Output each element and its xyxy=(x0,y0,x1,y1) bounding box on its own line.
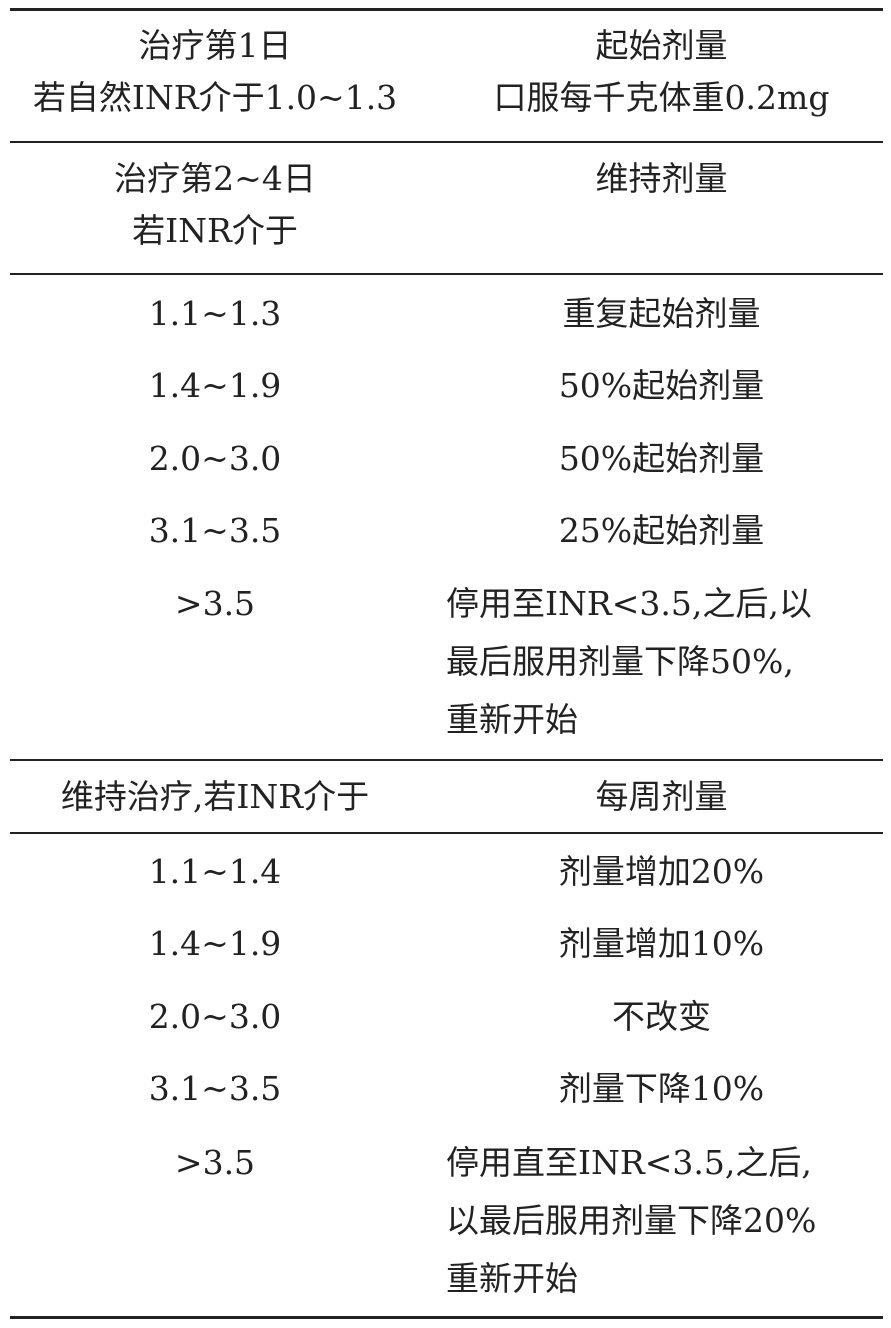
maintenance-row-1-inr: 1.1~1.4 xyxy=(148,852,282,891)
maintenance-header-right: 每周剂量 xyxy=(595,777,728,816)
maintenance-header-left: 维持治疗,若INR介于 xyxy=(60,777,370,816)
maintenance-row-3-dose: 不改变 xyxy=(612,997,711,1036)
phase2-row-5-dose-line-1: 停用至INR<3.5,之后,以 xyxy=(446,584,812,623)
phase2-header-right-cell: 维持剂量 xyxy=(440,153,883,205)
maintenance-row-2-dose: 剂量增加10% xyxy=(558,924,765,963)
phase2-row-5-inr: >3.5 xyxy=(174,584,256,623)
phase2-header-left-cell: 治疗第2~4日 若INR介于 xyxy=(10,153,420,257)
phase2-row-4-inr: 3.1~3.5 xyxy=(148,511,282,550)
maintenance-row-5-dose: 停用直至INR<3.5,之后, 以最后服用剂量下降20% 重新开始 xyxy=(446,1137,883,1305)
maintenance-row-3-inr: 2.0~3.0 xyxy=(148,997,282,1036)
phase2-row-5-dose-line-3: 重新开始 xyxy=(446,700,578,739)
maintenance-row-5-dose-line-2: 以最后服用剂量下降20% xyxy=(446,1201,817,1240)
header-left-line-1: 治疗第1日 xyxy=(138,26,292,65)
phase2-row-5-dose: 停用至INR<3.5,之后,以 最后服用剂量下降50%, 重新开始 xyxy=(446,578,883,746)
header-left-line-2: 若自然INR介于1.0~1.3 xyxy=(32,78,398,117)
maintenance-row-1-dose: 剂量增加20% xyxy=(558,852,765,891)
rule-before-maintenance xyxy=(10,759,883,761)
maintenance-row-5-dose-line-1: 停用直至INR<3.5,之后, xyxy=(446,1143,812,1182)
phase2-header-left-line-1: 治疗第2~4日 xyxy=(114,159,316,198)
phase2-row-3-inr: 2.0~3.0 xyxy=(148,439,282,478)
phase2-header-right-line-1: 维持剂量 xyxy=(595,159,728,198)
rule-after-maintenance-header xyxy=(10,832,883,834)
header-right-line-2: 口服每千克体重0.2mg xyxy=(493,78,830,117)
phase2-row-1-inr: 1.1~1.3 xyxy=(148,294,282,333)
phase2-row-3-dose: 50%起始剂量 xyxy=(558,439,765,478)
table-top-rule xyxy=(10,8,883,11)
rule-after-header xyxy=(10,141,883,143)
phase2-row-5-dose-line-2: 最后服用剂量下降50%, xyxy=(446,642,794,681)
maintenance-row-4-dose: 剂量下降10% xyxy=(558,1069,765,1108)
maintenance-row-5-inr: >3.5 xyxy=(174,1143,256,1182)
header-right-cell: 起始剂量 口服每千克体重0.2mg xyxy=(440,20,883,124)
header-right-line-1: 起始剂量 xyxy=(595,26,728,65)
maintenance-row-2-inr: 1.4~1.9 xyxy=(148,924,282,963)
phase2-row-4-dose: 25%起始剂量 xyxy=(558,511,765,550)
phase2-row-1-dose: 重复起始剂量 xyxy=(562,294,761,333)
dosing-table: 治疗第1日 若自然INR介于1.0~1.3 起始剂量 口服每千克体重0.2mg … xyxy=(10,0,883,1328)
maintenance-row-5-dose-line-3: 重新开始 xyxy=(446,1259,578,1298)
phase2-header-left-line-2: 若INR介于 xyxy=(132,211,298,250)
table-bottom-rule xyxy=(10,1316,883,1319)
rule-after-phase2-header xyxy=(10,273,883,275)
header-left-cell: 治疗第1日 若自然INR介于1.0~1.3 xyxy=(10,20,420,124)
phase2-row-2-inr: 1.4~1.9 xyxy=(148,366,282,405)
maintenance-row-4-inr: 3.1~3.5 xyxy=(148,1069,282,1108)
phase2-row-2-dose: 50%起始剂量 xyxy=(558,366,765,405)
